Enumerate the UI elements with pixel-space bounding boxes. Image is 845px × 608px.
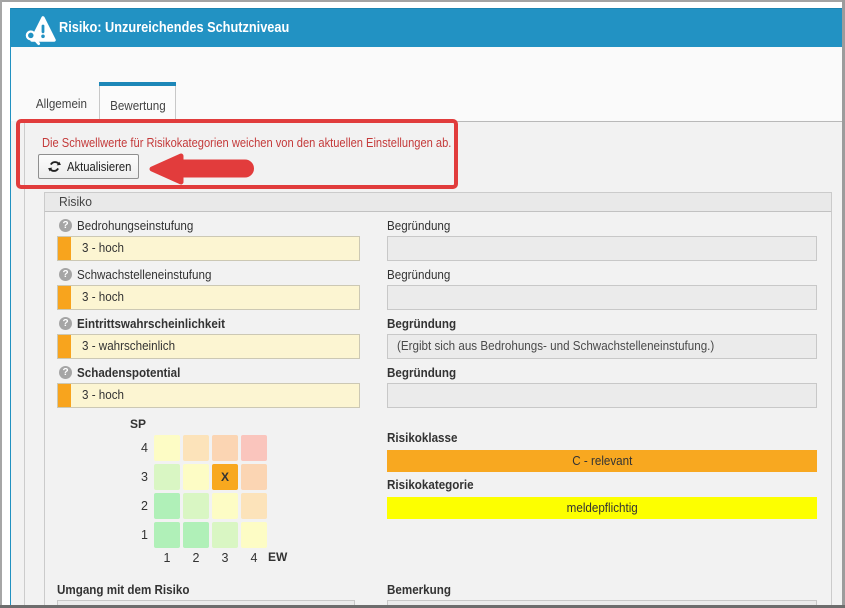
field-label: Bedrohungseinstufung <box>77 219 193 233</box>
risk-warning-magnifier-icon <box>24 14 60 49</box>
dialog-left-border <box>10 8 11 605</box>
risikokategorie-label: Risikokategorie <box>387 478 474 492</box>
risikokategorie-value-bar: meldepflichtig <box>387 497 817 519</box>
matrix-cell[interactable] <box>212 522 238 548</box>
warning-message: Die Schwellwerte für Risikokategorien we… <box>42 136 451 150</box>
aktualisieren-button[interactable]: Aktualisieren <box>38 154 139 179</box>
rating-field[interactable]: 3 - wahrscheinlich <box>57 334 360 359</box>
panel-left-border <box>24 121 25 605</box>
matrix-col-label: 4 <box>241 551 267 565</box>
begruendung-label: Begründung <box>387 268 450 282</box>
rating-field[interactable]: 3 - hoch <box>57 236 360 261</box>
question-icon[interactable]: ? <box>59 317 72 330</box>
matrix-row-label: 1 <box>128 528 148 542</box>
matrix-x-axis-label: EW <box>268 550 287 564</box>
matrix-col-label: 1 <box>154 551 180 565</box>
begruendung-label: Begründung <box>387 317 456 331</box>
matrix-col-label: 3 <box>212 551 238 565</box>
matrix-cell[interactable] <box>241 464 267 490</box>
dialog-title: Risiko: Unzureichendes Schutzniveau <box>59 9 289 47</box>
matrix-cell[interactable] <box>183 522 209 548</box>
annotation-arrow-icon <box>140 150 256 188</box>
matrix-col-label: 2 <box>183 551 209 565</box>
question-icon[interactable]: ? <box>59 366 72 379</box>
bemerkung-label: Bemerkung <box>387 583 451 597</box>
tab-bewertung[interactable]: Bewertung <box>99 82 176 122</box>
risikoklasse-label: Risikoklasse <box>387 431 457 445</box>
rating-field[interactable]: 3 - hoch <box>57 383 360 408</box>
risikoklasse-value-bar: C - relevant <box>387 450 817 472</box>
matrix-cell[interactable] <box>183 435 209 461</box>
matrix-cell[interactable] <box>183 464 209 490</box>
matrix-row-label: 3 <box>128 470 148 484</box>
rating-field[interactable]: 3 - hoch <box>57 285 360 310</box>
rating-color-bar <box>58 286 71 309</box>
matrix-cell[interactable]: X <box>212 464 238 490</box>
begruendung-label: Begründung <box>387 219 450 233</box>
umgang-label: Umgang mit dem Risiko <box>57 583 189 597</box>
begruendung-field[interactable] <box>387 383 817 408</box>
begruendung-field[interactable] <box>387 285 817 310</box>
rating-color-bar <box>58 237 71 260</box>
matrix-cell[interactable] <box>241 522 267 548</box>
matrix-y-axis-label: SP <box>130 417 146 431</box>
begruendung-label: Begründung <box>387 366 456 380</box>
window-frame-left <box>0 0 2 608</box>
window-frame-top <box>0 0 845 2</box>
matrix-cell[interactable] <box>154 493 180 519</box>
matrix-cell[interactable] <box>154 464 180 490</box>
matrix-cell[interactable] <box>154 522 180 548</box>
question-icon[interactable]: ? <box>59 219 72 232</box>
begruendung-field[interactable]: (Ergibt sich aus Bedrohungs- und Schwach… <box>387 334 817 359</box>
refresh-icon <box>48 160 61 173</box>
risk-dialog-window: Risiko: Unzureichendes Schutzniveau Allg… <box>0 0 845 608</box>
field-label: Eintrittswahrscheinlichkeit <box>77 317 225 331</box>
tab-allgemein[interactable]: Allgemein <box>24 82 99 121</box>
matrix-cell[interactable] <box>241 435 267 461</box>
rating-color-bar <box>58 384 71 407</box>
field-label: Schadenspotential <box>77 366 180 380</box>
begruendung-field[interactable] <box>387 236 817 261</box>
field-label: Schwachstelleneinstufung <box>77 268 211 282</box>
matrix-cell[interactable] <box>154 435 180 461</box>
dialog-titlebar: Risiko: Unzureichendes Schutzniveau <box>10 8 842 47</box>
matrix-cell[interactable] <box>212 435 238 461</box>
risiko-section-header: Risiko <box>44 192 832 212</box>
rating-color-bar <box>58 335 71 358</box>
matrix-row-label: 4 <box>128 441 148 455</box>
question-icon[interactable]: ? <box>59 268 72 281</box>
matrix-cell[interactable] <box>183 493 209 519</box>
matrix-cell[interactable] <box>212 493 238 519</box>
matrix-cell[interactable] <box>241 493 267 519</box>
matrix-row-label: 2 <box>128 499 148 513</box>
